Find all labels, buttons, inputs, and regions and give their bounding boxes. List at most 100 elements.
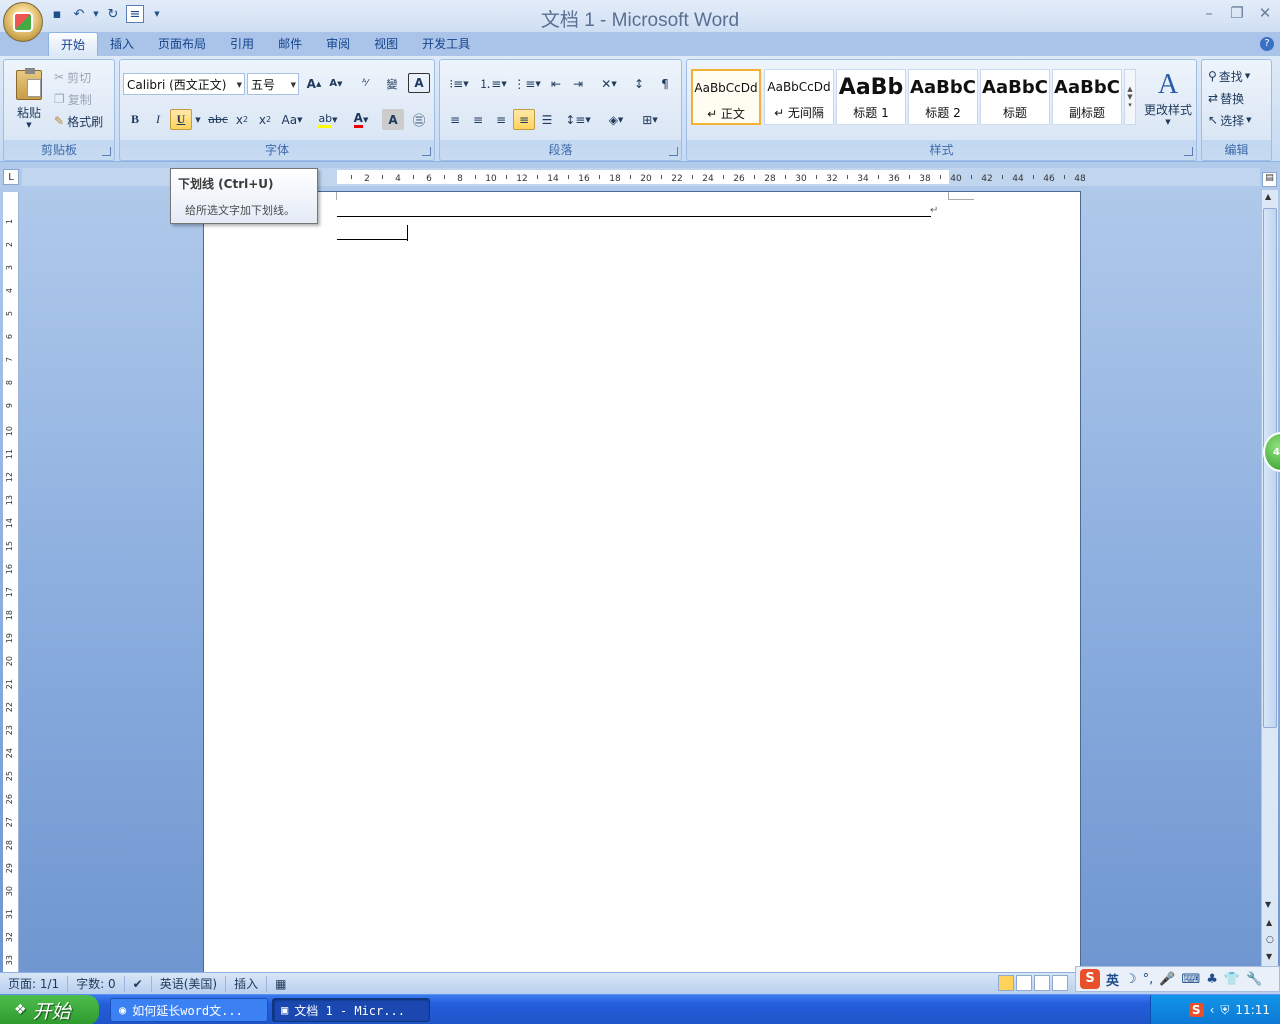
macro-record-icon[interactable]: ▦ xyxy=(267,976,294,992)
save-icon[interactable]: ▪ xyxy=(48,5,66,23)
show-marks-button[interactable]: ¶ xyxy=(654,73,676,94)
replace-button[interactable]: ⇄ 替换 xyxy=(1208,89,1244,107)
punctuation-icon[interactable]: °, xyxy=(1143,972,1154,987)
bold-button[interactable]: B xyxy=(124,109,146,130)
tab-developer[interactable]: 开发工具 xyxy=(410,32,482,56)
style-normal[interactable]: AaBbCcDd ↵ 正文 xyxy=(691,69,761,125)
bullets-button[interactable]: ⁝≡ ▼ xyxy=(444,73,474,94)
chinese-layout-button[interactable]: ✕ ▼ xyxy=(594,73,624,94)
undo-icon[interactable]: ↶ xyxy=(70,5,88,23)
change-case-button[interactable]: Aa ▼ xyxy=(278,109,306,130)
style-no-spacing[interactable]: AaBbCcDd ↵ 无间隔 xyxy=(764,69,834,125)
format-painter-button[interactable]: ✎ 格式刷 xyxy=(54,112,103,130)
phonetic-guide-button[interactable]: 變 xyxy=(380,73,404,94)
minimize-icon[interactable]: – xyxy=(1200,4,1218,22)
insert-mode[interactable]: 插入 xyxy=(226,975,268,992)
tab-review[interactable]: 审阅 xyxy=(314,32,362,56)
document-page[interactable]: ↵ xyxy=(203,191,1081,981)
line-spacing-button[interactable]: ↕≡ ▼ xyxy=(562,109,594,130)
italic-button[interactable]: I xyxy=(147,109,169,130)
tab-selector-icon[interactable]: L xyxy=(3,169,19,185)
font-color-button[interactable]: A ▼ xyxy=(346,109,376,130)
font-name-combo[interactable]: Calibri (西文正文) ▼ xyxy=(123,73,245,95)
tab-insert[interactable]: 插入 xyxy=(98,32,146,56)
print-layout-icon[interactable]: ≡ xyxy=(126,5,144,23)
view-ruler-icon[interactable]: ▤ xyxy=(1262,172,1277,187)
subscript-button[interactable]: x2 xyxy=(231,109,253,130)
tab-home[interactable]: 开始 xyxy=(48,32,99,56)
tab-view[interactable]: 视图 xyxy=(362,32,410,56)
vertical-ruler[interactable]: 1 2 3 4 5 6 7 8 9 10 11 12 13 14 15 16 17 18 19 20 21 22 23 24 2… xyxy=(3,192,19,972)
security-shield-icon[interactable]: ⛨ xyxy=(1220,1003,1229,1018)
decrease-indent-button[interactable]: ⇤ xyxy=(546,73,566,94)
scroll-up-icon[interactable]: ▲ xyxy=(1265,192,1271,201)
style-title[interactable]: AaBbC 标题 xyxy=(980,69,1050,125)
find-button[interactable]: ⚲ 查找 ▼ xyxy=(1208,67,1250,85)
tab-mailings[interactable]: 邮件 xyxy=(266,32,314,56)
align-right-button[interactable]: ≡ xyxy=(490,109,512,130)
multilevel-list-button[interactable]: ⋮≡ ▼ xyxy=(512,73,542,94)
tab-page-layout[interactable]: 页面布局 xyxy=(146,32,218,56)
print-layout-view-icon[interactable] xyxy=(998,975,1014,991)
change-styles-button[interactable]: A 更改样式 ▼ xyxy=(1139,62,1197,132)
redo-icon[interactable]: ↻ xyxy=(104,5,122,23)
styles-launcher-icon[interactable] xyxy=(1184,147,1193,156)
half-width-icon[interactable]: ☽ xyxy=(1125,972,1137,987)
start-button[interactable]: ❖ 开始 xyxy=(0,995,99,1024)
select-button[interactable]: ↖ 选择 ▼ xyxy=(1208,111,1251,129)
character-border-button[interactable]: A xyxy=(408,73,430,93)
underline-button[interactable]: U xyxy=(170,109,192,130)
language[interactable]: 英语(美国) xyxy=(152,975,227,992)
help-icon[interactable]: ? xyxy=(1260,37,1274,51)
shirt-icon[interactable]: 👕 xyxy=(1224,972,1240,987)
microphone-icon[interactable]: 🎤 xyxy=(1159,972,1175,987)
style-heading-2[interactable]: AaBbC 标题 2 xyxy=(908,69,978,125)
full-screen-view-icon[interactable] xyxy=(1016,975,1032,991)
tab-references[interactable]: 引用 xyxy=(218,32,266,56)
undo-dropdown-icon[interactable]: ▼ xyxy=(92,5,100,23)
taskbar-item-browser[interactable]: ◉ 如何延长word文... xyxy=(110,998,268,1022)
enclose-characters-button[interactable]: ㊂ xyxy=(408,109,430,130)
align-left-button[interactable]: ≡ xyxy=(444,109,466,130)
center-button[interactable]: ≡ xyxy=(467,109,489,130)
proofing-icon[interactable]: ✔ xyxy=(125,975,152,992)
style-subtitle[interactable]: AaBbC 副标题 xyxy=(1052,69,1122,125)
tray-expand-icon[interactable]: ‹ xyxy=(1210,1003,1215,1017)
shading-button[interactable]: ◈ ▼ xyxy=(600,109,632,130)
wrench-icon[interactable]: 🔧 xyxy=(1246,972,1262,987)
sogou-logo-icon[interactable]: S xyxy=(1080,969,1100,989)
shrink-font-button[interactable]: A ▼ xyxy=(326,73,346,94)
copy-button[interactable]: ❐ 复制 xyxy=(54,90,92,108)
office-button[interactable] xyxy=(3,2,43,42)
clock[interactable]: 11:11 xyxy=(1235,1003,1270,1017)
page-count[interactable]: 页面: 1/1 xyxy=(0,975,69,992)
grow-font-button[interactable]: A ▲ xyxy=(304,73,324,94)
scroll-down-icon[interactable]: ▼ xyxy=(1265,900,1271,909)
prev-page-icon[interactable]: ▲ xyxy=(1266,918,1272,927)
distributed-button[interactable]: ☰ xyxy=(536,109,558,130)
browse-object-icon[interactable]: ○ xyxy=(1266,935,1274,945)
underline-dropdown-icon[interactable]: ▼ xyxy=(193,109,203,130)
taskbar-item-word[interactable]: ▣ 文档 1 - Micr... xyxy=(272,998,430,1022)
skin-icon[interactable]: ♣ xyxy=(1206,972,1218,987)
next-page-icon[interactable]: ▼ xyxy=(1266,952,1272,961)
word-count[interactable]: 字数: 0 xyxy=(68,975,125,992)
character-shading-button[interactable]: A xyxy=(382,109,404,130)
customize-qat-icon[interactable]: ▼ xyxy=(148,5,166,23)
sogou-tray-icon[interactable]: S xyxy=(1188,1003,1204,1017)
style-heading-1[interactable]: AaBb 标题 1 xyxy=(836,69,906,125)
highlight-color-button[interactable]: ab ▼ xyxy=(312,109,344,130)
font-launcher-icon[interactable] xyxy=(422,147,431,156)
increase-indent-button[interactable]: ⇥ xyxy=(568,73,588,94)
font-size-combo[interactable]: 五号 ▼ xyxy=(247,73,299,95)
justify-button[interactable]: ≡ xyxy=(513,109,535,130)
clear-formatting-button[interactable]: ᴬ⁄ xyxy=(354,73,376,94)
outline-view-icon[interactable] xyxy=(1052,975,1068,991)
cut-button[interactable]: ✂ 剪切 xyxy=(54,68,91,86)
ime-language[interactable]: 英 xyxy=(1106,970,1119,989)
close-icon[interactable]: ✕ xyxy=(1256,4,1274,22)
clipboard-launcher-icon[interactable] xyxy=(102,147,111,156)
paragraph-launcher-icon[interactable] xyxy=(669,147,678,156)
keyboard-icon[interactable]: ⌨ xyxy=(1182,972,1201,987)
strikethrough-button[interactable]: abc xyxy=(206,109,230,130)
